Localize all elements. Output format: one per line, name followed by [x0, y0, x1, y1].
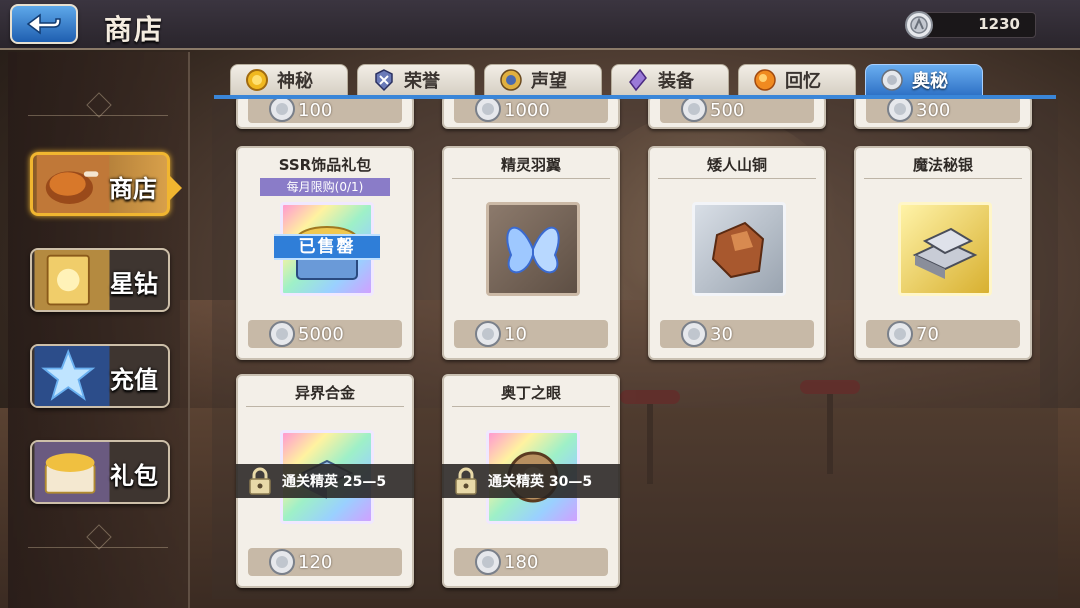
gold-coin-icon: [246, 69, 268, 91]
item-price: 10: [504, 324, 527, 345]
sidebar-ornament: [28, 92, 168, 116]
blue-star-icon: [34, 346, 110, 406]
sold-out-badge: 已售罄: [274, 234, 380, 260]
locked-banner: 通关精英 30—5: [442, 464, 620, 498]
item-price: 300: [916, 100, 951, 121]
tab-mystery[interactable]: 神秘: [230, 64, 348, 96]
tab-label: 声望: [531, 71, 567, 92]
item-price: 120: [298, 552, 333, 573]
item-frame: [486, 202, 580, 296]
sidebar-item-label: 礼包: [110, 462, 158, 490]
sidebar: 商店 星钻 充值 礼包: [8, 52, 190, 608]
silver-coin-icon: [681, 321, 707, 347]
sidebar-item-label: 商店: [109, 175, 157, 203]
silver-coin-icon: [887, 321, 913, 347]
shop-item-card[interactable]: 魔法秘银 70: [854, 146, 1032, 360]
name-divider: [452, 406, 610, 407]
silver-coin-icon: [475, 99, 501, 122]
active-indicator-arrow: [168, 174, 182, 202]
padlock-icon: [249, 467, 271, 495]
shop-item-grid: 100 1000 500 300 SSR饰品礼包 每月限购(0/1) 已售罄 5…: [212, 99, 1058, 599]
purchase-limit: 每月限购(0/1): [260, 178, 390, 196]
shop-item-card[interactable]: 1000: [442, 99, 620, 129]
arcane-coin-icon: [881, 69, 903, 91]
item-name: 精灵羽翼: [500, 156, 561, 174]
shop-item-card[interactable]: 奥丁之眼 通关精英 30—5 180: [442, 374, 620, 588]
shop-item-card[interactable]: 精灵羽翼 10: [442, 146, 620, 360]
silver-coin-icon: [269, 99, 295, 122]
treasure-chest-icon: [34, 442, 110, 502]
sidebar-item-recharge[interactable]: 充值: [30, 344, 170, 408]
item-price: 100: [298, 100, 333, 121]
item-frame: [692, 202, 786, 296]
tab-honor[interactable]: 荣誉: [357, 64, 475, 96]
silver-coin-icon: [887, 99, 913, 122]
item-price: 5000: [298, 324, 344, 345]
roast-chicken-icon: [36, 155, 110, 213]
silver-coin-icon: [269, 321, 295, 347]
item-name: 奥丁之眼: [500, 384, 561, 402]
top-bar: 商店 1230: [0, 0, 1080, 50]
item-price: 70: [916, 324, 939, 345]
locked-banner: 通关精英 25—5: [236, 464, 414, 498]
name-divider: [658, 178, 816, 179]
honor-crest-icon: [375, 69, 393, 92]
page-title: 商店: [104, 13, 165, 46]
tab-equipment[interactable]: 装备: [611, 64, 729, 96]
item-price: 180: [504, 552, 539, 573]
equipment-crystal-icon: [629, 68, 647, 92]
silver-coin-icon: [905, 11, 933, 39]
item-name: 魔法秘银: [912, 156, 973, 174]
shop-item-card[interactable]: 矮人山铜 30: [648, 146, 826, 360]
tab-label: 装备: [658, 71, 694, 92]
shop-item-card[interactable]: SSR饰品礼包 每月限购(0/1) 已售罄 5000: [236, 146, 414, 360]
shop-item-card[interactable]: 300: [854, 99, 1032, 129]
name-divider: [452, 178, 610, 179]
currency-value: 1230: [978, 15, 1020, 33]
unlock-requirement: 通关精英 30—5: [488, 474, 593, 490]
silver-coin-icon: [475, 549, 501, 575]
tab-arcane[interactable]: 奥秘: [865, 64, 983, 96]
item-name: SSR饰品礼包: [278, 156, 372, 174]
item-price: 1000: [504, 100, 550, 121]
fairy-wings-icon: [506, 226, 560, 274]
item-frame: [898, 202, 992, 296]
silver-coin-icon: [269, 549, 295, 575]
dwarf-copper-ore-icon: [711, 221, 765, 279]
item-name: 矮人山铜: [706, 156, 767, 174]
sidebar-item-star-diamond[interactable]: 星钻: [30, 248, 170, 312]
item-name: 异界合金: [294, 384, 355, 402]
memory-orb-icon: [754, 69, 776, 91]
silver-coin-icon: [681, 99, 707, 122]
unlock-requirement: 通关精英 25—5: [282, 474, 387, 490]
name-divider: [246, 406, 404, 407]
name-divider: [864, 178, 1022, 179]
shop-item-card[interactable]: 异界合金 通关精英 25—5 120: [236, 374, 414, 588]
sidebar-item-label: 充值: [110, 366, 158, 394]
tab-label: 奥秘: [912, 71, 948, 92]
back-arrow-icon: [26, 13, 61, 35]
item-price: 30: [710, 324, 733, 345]
tab-label: 荣誉: [404, 71, 440, 92]
star-card-icon: [34, 250, 110, 310]
silver-coin-icon: [475, 321, 501, 347]
tab-label: 回忆: [785, 71, 821, 92]
back-button[interactable]: [10, 4, 78, 44]
item-price: 500: [710, 100, 745, 121]
mithril-ingot-icon: [912, 227, 978, 279]
sidebar-item-label: 星钻: [110, 270, 158, 298]
sidebar-item-gift-pack[interactable]: 礼包: [30, 440, 170, 504]
tab-reputation[interactable]: 声望: [484, 64, 602, 96]
reputation-medal-icon: [500, 69, 522, 91]
sidebar-ornament: [28, 524, 168, 548]
shop-item-card[interactable]: 100: [236, 99, 414, 129]
tab-memory[interactable]: 回忆: [738, 64, 856, 96]
sidebar-item-shop[interactable]: 商店: [30, 152, 170, 216]
padlock-icon: [455, 467, 477, 495]
shop-item-card[interactable]: 500: [648, 99, 826, 129]
tab-label: 神秘: [277, 71, 313, 92]
